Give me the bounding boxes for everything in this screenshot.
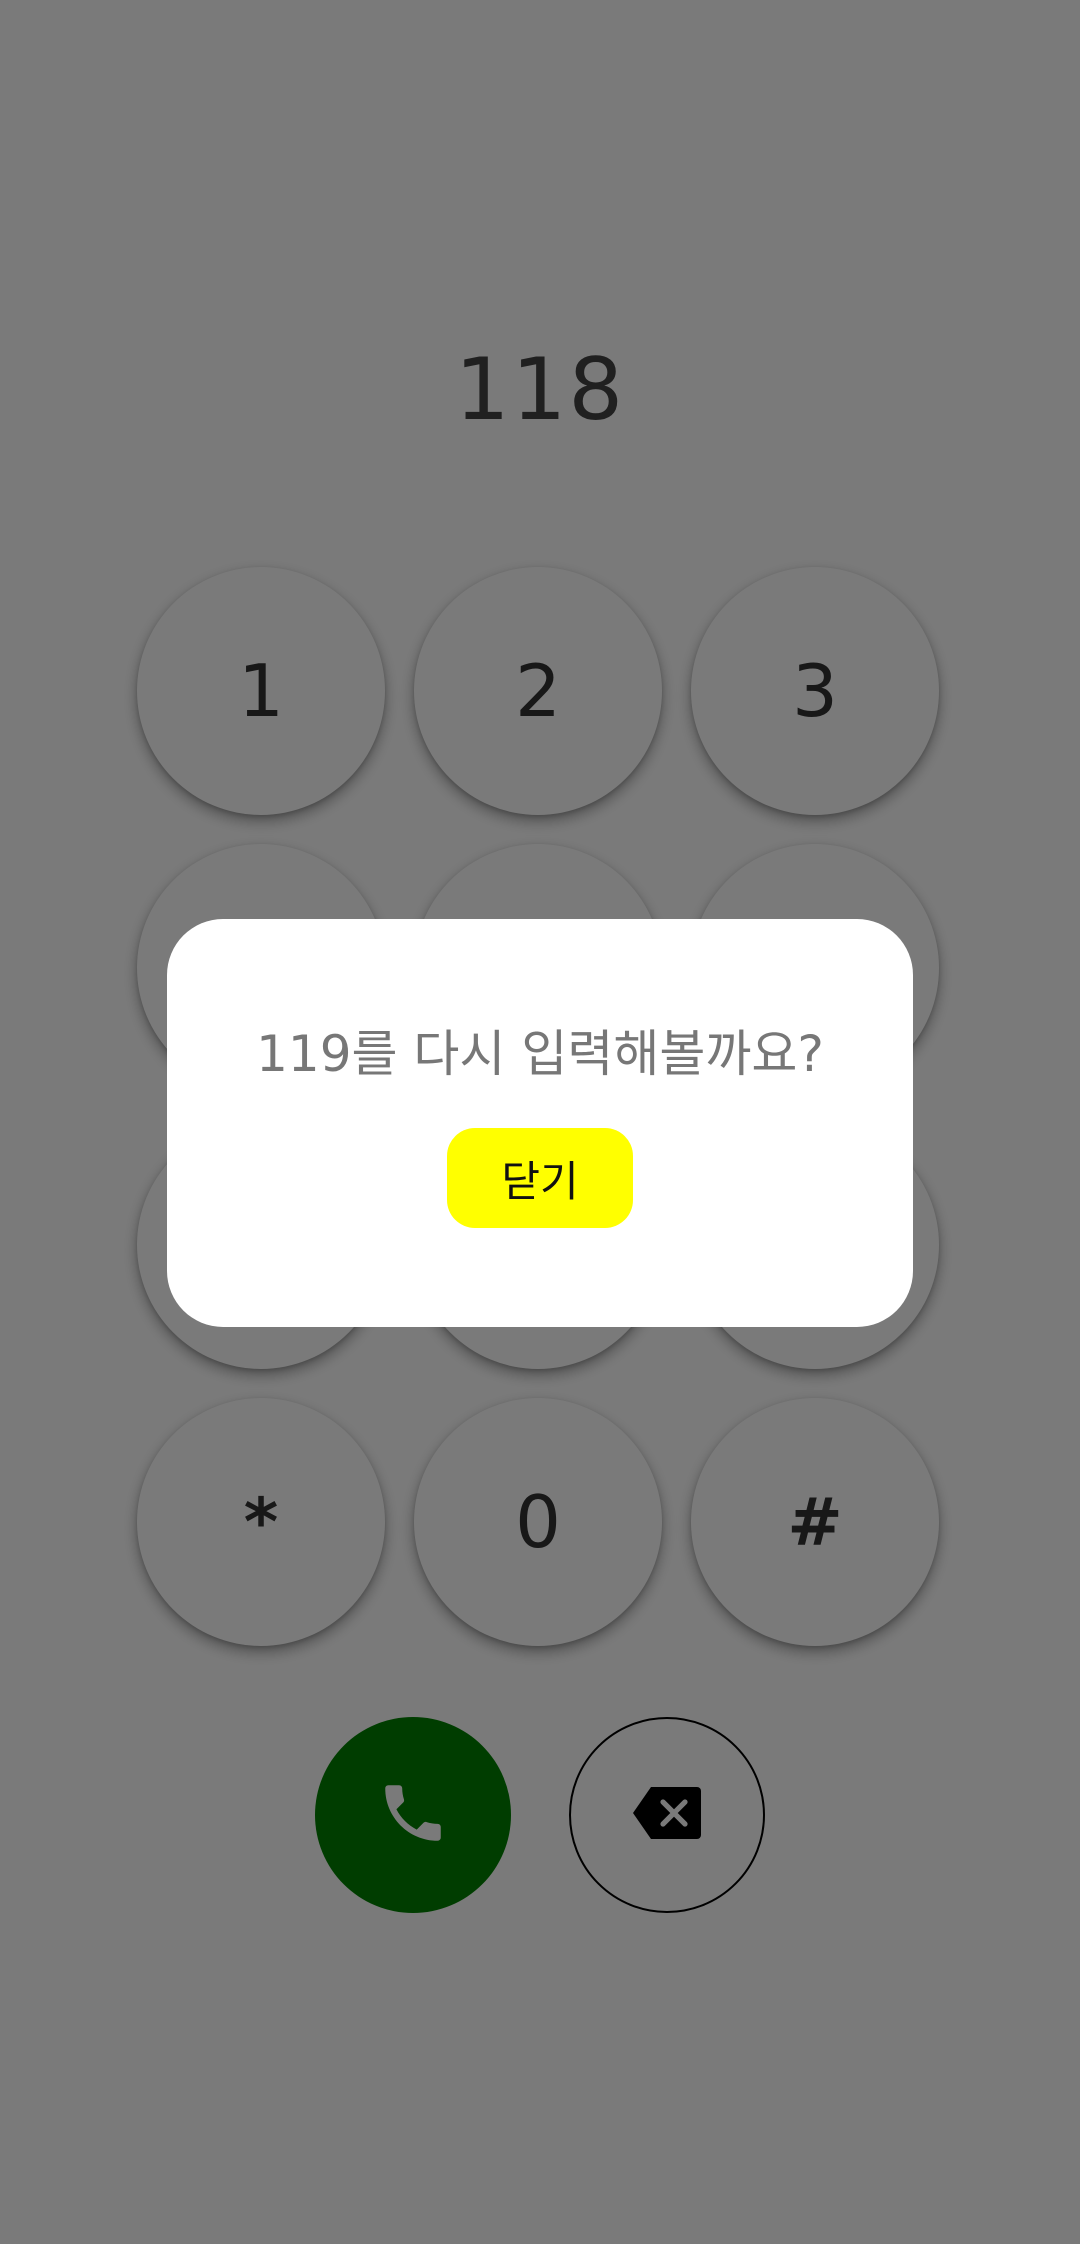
dialog-message: 119를 다시 입력해볼까요? [256,1025,824,1083]
retry-dialog: 119를 다시 입력해볼까요? 닫기 [167,919,913,1327]
close-button[interactable]: 닫기 [447,1128,633,1228]
